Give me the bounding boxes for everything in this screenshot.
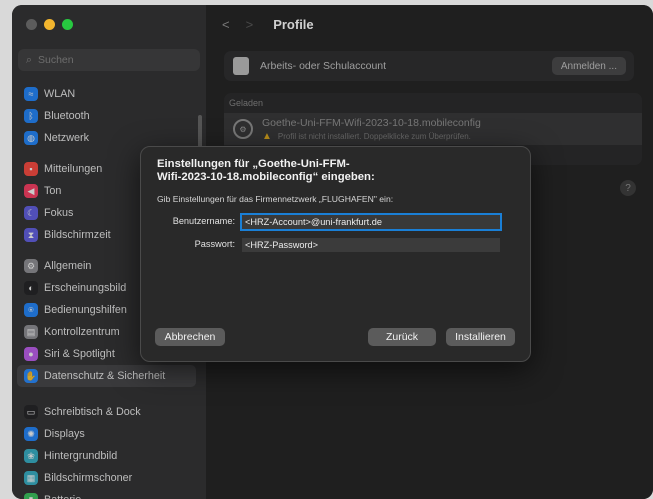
sidebar-item-label: Netzwerk [44, 132, 89, 144]
page-title: Profile [273, 16, 314, 32]
sidebar-item-label: Displays [44, 428, 85, 440]
sidebar-group: ≈ WLAN ᛒ Bluetooth ◍ Netzwerk [12, 83, 206, 149]
sidebar-item-wlan[interactable]: ≈ WLAN [12, 83, 196, 105]
profile-gear-icon: ⚙ [233, 119, 253, 139]
zoom-window-button[interactable] [62, 19, 73, 30]
sidebar-item-batterie[interactable]: ▮ Batterie [12, 489, 196, 499]
sidebar-item-label: WLAN [44, 88, 76, 100]
bell-icon: ▪ [24, 162, 38, 176]
close-window-button[interactable] [26, 19, 37, 30]
forward-arrow-icon[interactable]: > [246, 17, 254, 32]
sidebar-item-label: Allgemein [44, 260, 92, 272]
sidebar-item-label: Ton [44, 185, 62, 197]
search-input[interactable]: Suchen [38, 54, 74, 66]
wallpaper-icon: ❀ [24, 449, 38, 463]
profile-warning: ▲ Profil ist nicht installiert. Doppelkli… [262, 131, 481, 142]
username-field[interactable]: <HRZ-Account>@uni-frankfurt.de [240, 213, 502, 231]
dialog-subtitle: Gib Einstellungen für das Firmennetzwerk… [157, 194, 394, 204]
sidebar-item-label: Batterie [44, 494, 81, 499]
sidebar-item-label: Bildschirmschoner [44, 472, 133, 484]
appearance-icon: ◐ [24, 281, 38, 295]
sidebar-group: ▭ Schreibtisch & Dock ✺ Displays ❀ Hintergrun… [12, 401, 206, 499]
sidebar-item-label: Erscheinungsbild [44, 282, 127, 294]
display-icon: ✺ [24, 427, 38, 441]
warning-icon: ▲ [262, 130, 272, 142]
window-controls [26, 19, 73, 30]
username-label: Benutzername: [172, 216, 235, 226]
sidebar-item-label: Schreibtisch & Dock [44, 406, 141, 418]
sidebar-item-label: Fokus [44, 207, 74, 219]
sidebar-item-label: Datenschutz & Sicherheit [44, 370, 166, 382]
wifi-icon: ≈ [24, 87, 38, 101]
sidebar-item-datenschutz-sicherheit[interactable]: ✋ Datenschutz & Sicherheit [17, 365, 196, 387]
help-button[interactable]: ? [620, 180, 636, 196]
password-label: Passwort: [194, 239, 235, 249]
sidebar-item-label: Bedienungshilfen [44, 304, 127, 316]
dock-icon: ▭ [24, 405, 38, 419]
sidebar-item-label: Siri & Spotlight [44, 348, 115, 360]
bluetooth-icon: ᛒ [24, 109, 38, 123]
sidebar-item-label: Hintergrundbild [44, 450, 118, 462]
sidebar-item-hintergrundbild[interactable]: ❀ Hintergrundbild [12, 445, 196, 467]
accessibility-icon: ⍟ [24, 303, 38, 317]
sidebar-item-displays[interactable]: ✺ Displays [12, 423, 196, 445]
dialog-title: Einstellungen für „Goethe-Uni-FFM- Wifi-… [157, 158, 417, 184]
profile-row[interactable]: ⚙ Goethe-Uni-FFM-Wifi-2023-10-18.mobilec… [224, 113, 642, 145]
cancel-button[interactable]: Abbrechen [155, 328, 225, 346]
back-button[interactable]: Zurück [368, 328, 436, 346]
sidebar-item-bluetooth[interactable]: ᛒ Bluetooth [12, 105, 196, 127]
moon-icon: ☾ [24, 206, 38, 220]
sidebar-item-label: Kontrollzentrum [44, 326, 120, 338]
toolbar: < > Profile [206, 5, 653, 43]
work-account-card: Arbeits- oder Schulaccount Anmelden ... [224, 51, 634, 81]
password-field[interactable]: <HRZ-Password> [242, 238, 500, 252]
search-icon: ⌕ [25, 53, 33, 66]
sidebar-item-label: Bluetooth [44, 110, 90, 122]
siri-icon: ● [24, 347, 38, 361]
control-center-icon: ▤ [24, 325, 38, 339]
dialog-title-line1: Einstellungen für „Goethe-Uni-FFM- [157, 158, 350, 170]
globe-icon: ◍ [24, 131, 38, 145]
sidebar-item-schreibtisch-dock[interactable]: ▭ Schreibtisch & Dock [12, 401, 196, 423]
login-button[interactable]: Anmelden ... [551, 57, 626, 75]
warning-text: Profil ist nicht installiert. Doppelklic… [277, 131, 471, 141]
hand-icon: ✋ [24, 369, 38, 383]
sidebar-item-label: Mitteilungen [44, 163, 103, 175]
install-button[interactable]: Installieren [446, 328, 515, 346]
back-arrow-icon[interactable]: < [222, 17, 230, 32]
hourglass-icon: ⧗ [24, 228, 38, 242]
gear-icon: ⚙ [24, 259, 38, 273]
screensaver-icon: ▦ [24, 471, 38, 485]
sidebar-search[interactable]: ⌕ Suchen [18, 49, 200, 71]
profile-name: Goethe-Uni-FFM-Wifi-2023-10-18.mobilecon… [262, 116, 481, 129]
config-dialog: Einstellungen für „Goethe-Uni-FFM- Wifi-… [140, 146, 531, 362]
battery-icon: ▮ [24, 493, 38, 499]
dialog-title-line2: Wifi-2023-10-18.mobileconfig“ eingeben: [157, 171, 375, 183]
speaker-icon: ◀ [24, 184, 38, 198]
badge-icon [233, 57, 249, 75]
minimize-window-button[interactable] [44, 19, 55, 30]
loaded-heading: Geladen [229, 98, 264, 108]
sidebar-item-bildschirmschoner[interactable]: ▦ Bildschirmschoner [12, 467, 196, 489]
sidebar-item-label: Bildschirmzeit [44, 229, 111, 241]
work-account-label: Arbeits- oder Schulaccount [260, 60, 387, 72]
